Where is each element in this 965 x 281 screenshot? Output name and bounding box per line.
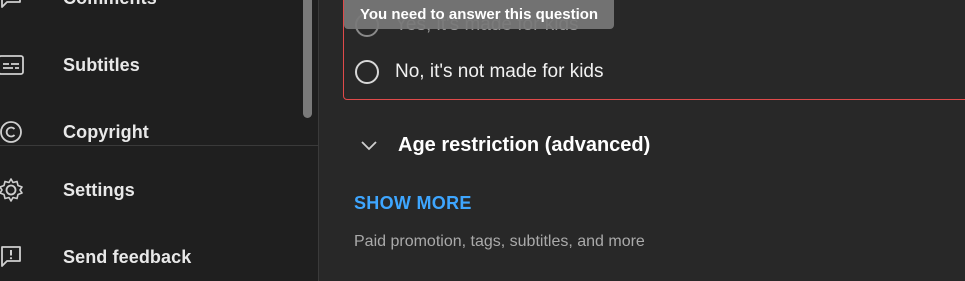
- show-more-description: Paid promotion, tags, subtitles, and mor…: [354, 233, 645, 250]
- copyright-icon: [0, 117, 26, 147]
- age-restriction-toggle[interactable]: Age restriction (advanced): [358, 129, 650, 161]
- sidebar-item-subtitles[interactable]: Subtitles: [0, 45, 300, 85]
- sidebar-item-label: Comments: [63, 0, 157, 9]
- radio-made-for-kids-no[interactable]: No, it's not made for kids: [355, 57, 604, 87]
- chevron-down-icon: [361, 141, 377, 151]
- required-tooltip: You need to answer this question: [344, 0, 615, 29]
- sidebar-item-send-feedback[interactable]: Send feedback: [0, 237, 300, 277]
- radio-label: No, it's not made for kids: [395, 61, 604, 82]
- sidebar-item-label: Send feedback: [63, 246, 192, 267]
- sidebar-item-copyright[interactable]: Copyright: [0, 112, 300, 152]
- tooltip-text: You need to answer this question: [360, 6, 599, 23]
- subtitles-icon: [0, 50, 26, 80]
- sidebar: Comments Subtitles Copyright Settings: [0, 0, 319, 281]
- sidebar-item-label: Subtitles: [63, 54, 140, 75]
- age-restriction-label: Age restriction (advanced): [398, 133, 651, 156]
- main-content: Yes, it's made for kids You need to answ…: [320, 0, 965, 281]
- sidebar-scrollbar[interactable]: [303, 0, 312, 118]
- radio-button[interactable]: [355, 60, 379, 84]
- sidebar-item-label: Copyright: [63, 121, 149, 142]
- comment-icon: [0, 0, 26, 13]
- sidebar-divider: [0, 145, 318, 146]
- sidebar-item-label: Settings: [63, 179, 135, 200]
- studio-details-page: Comments Subtitles Copyright Settings: [0, 0, 965, 281]
- gear-icon: [0, 175, 26, 205]
- feedback-icon: [0, 242, 26, 272]
- sidebar-item-comments[interactable]: Comments: [0, 0, 300, 18]
- show-more-button[interactable]: SHOW MORE: [354, 193, 472, 214]
- sidebar-item-settings[interactable]: Settings: [0, 170, 300, 210]
